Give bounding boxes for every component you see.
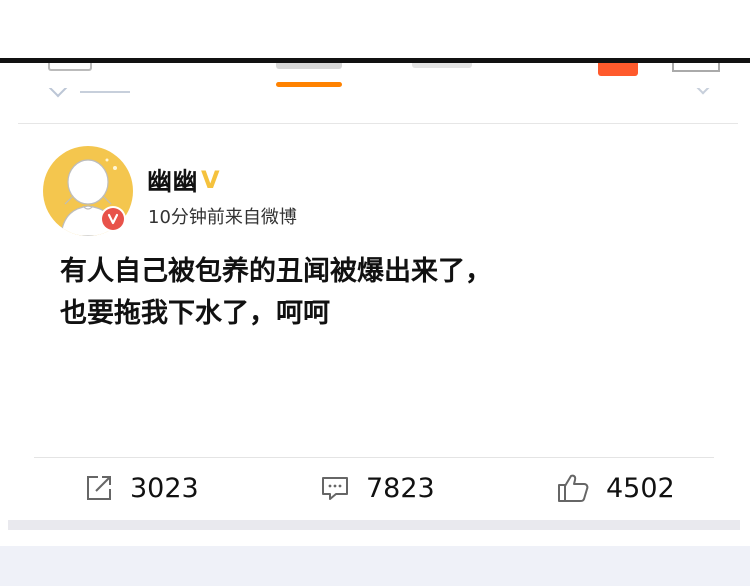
verified-v-badge-icon (100, 206, 126, 232)
chevron-down-icon (48, 88, 70, 98)
like-button[interactable]: 4502 (556, 468, 675, 508)
comment-count: 7823 (366, 472, 435, 504)
sort-filter-cropped[interactable] (48, 88, 168, 102)
post-timestamp-source: 10分钟前来自微博 (148, 207, 297, 228)
card-shadow-divider (8, 520, 740, 530)
divider (34, 457, 714, 458)
repost-count: 3023 (130, 472, 199, 504)
post-body-line: 有人自己被包养的丑闻被爆出来了， (60, 256, 492, 287)
comment-button[interactable]: 7823 (320, 468, 435, 508)
username-row[interactable]: 幽幽 V (147, 162, 220, 198)
collapse-chevron-cropped[interactable] (696, 88, 710, 96)
menu-icon[interactable] (48, 63, 92, 71)
thumbs-up-icon (558, 474, 589, 502)
chevron-down-icon (696, 88, 710, 95)
next-card-background (0, 546, 750, 586)
comment-icon (322, 477, 348, 500)
active-tab-indicator (276, 82, 342, 87)
username[interactable]: 幽幽 (147, 162, 198, 198)
post-body: 有人自己被包养的丑闻被爆出来了， 也要拖我下水了，呵呵 (60, 251, 492, 335)
repost-button[interactable]: 3023 (84, 468, 199, 508)
post-body-line: 也要拖我下水了，呵呵 (60, 298, 330, 329)
scan-icon[interactable] (672, 63, 720, 72)
tab-cropped[interactable] (412, 63, 472, 68)
top-nav-bar (0, 0, 750, 62)
share-icon (87, 476, 111, 500)
notification-badge-cropped (598, 63, 638, 76)
like-count: 4502 (606, 472, 675, 504)
tab-active-cropped[interactable] (276, 63, 342, 69)
vip-badge: V (201, 166, 221, 194)
divider (18, 123, 738, 124)
